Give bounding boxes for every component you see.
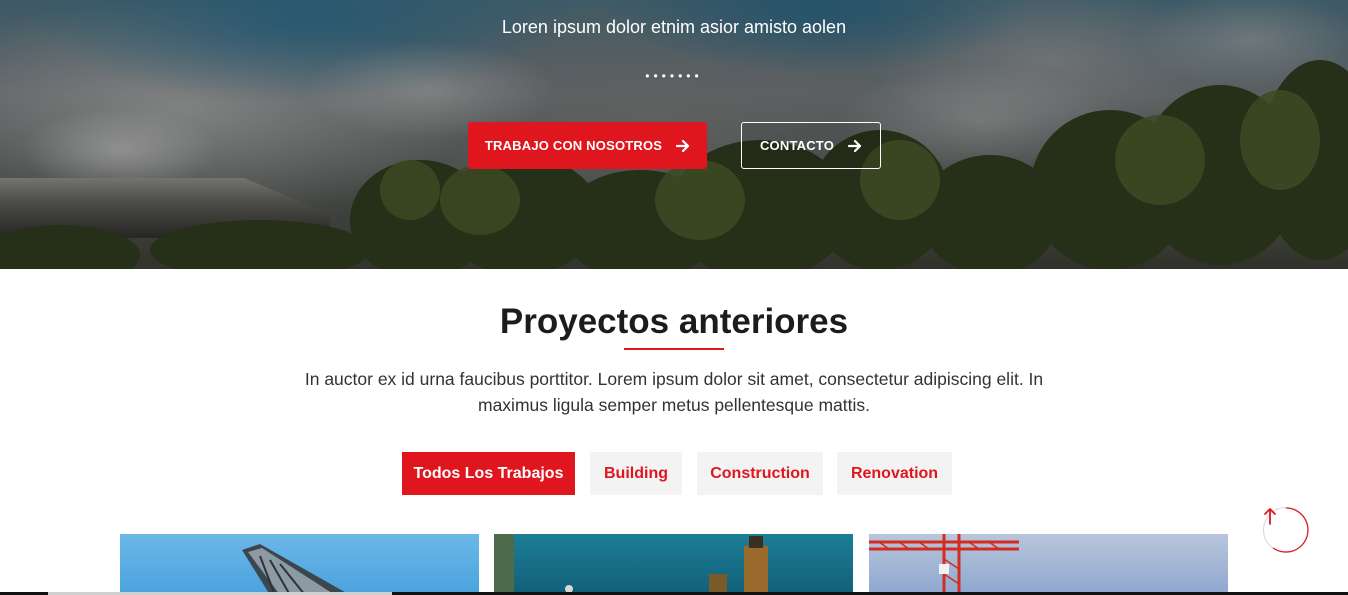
- work-with-us-button[interactable]: TRABAJO CON NOSOTROS: [468, 122, 707, 169]
- filter-renovation[interactable]: Renovation: [837, 452, 952, 495]
- filter-all-works[interactable]: Todos Los Trabajos: [402, 452, 575, 495]
- filter-building[interactable]: Building: [590, 452, 682, 495]
- arrow-right-icon: [848, 139, 862, 152]
- arrow-right-icon: [676, 139, 690, 152]
- hero-banner: Loren ipsum dolor etnim asior amisto aol…: [0, 0, 1348, 269]
- filter-construction[interactable]: Construction: [697, 452, 823, 495]
- hero-subtitle: Loren ipsum dolor etnim asior amisto aol…: [501, 17, 847, 37]
- section-title: Proyectos anteriores: [499, 302, 849, 341]
- arrow-up-icon: [1264, 508, 1276, 525]
- project-card[interactable]: [494, 534, 853, 595]
- project-image: [869, 534, 1019, 595]
- work-with-us-label: TRABAJO CON NOSOTROS: [484, 138, 663, 153]
- scroll-to-top-button[interactable]: [1263, 507, 1309, 553]
- project-image: [242, 544, 350, 595]
- title-underline: [624, 348, 724, 350]
- contact-button[interactable]: CONTACTO: [741, 122, 881, 169]
- hero-dots-divider: •••••••: [645, 69, 703, 83]
- section-description: In auctor ex id urna faucibus porttitor.…: [304, 369, 1044, 415]
- project-card[interactable]: [869, 534, 1228, 595]
- contact-label: CONTACTO: [759, 138, 835, 153]
- project-card[interactable]: [120, 534, 479, 595]
- project-image: [494, 534, 768, 595]
